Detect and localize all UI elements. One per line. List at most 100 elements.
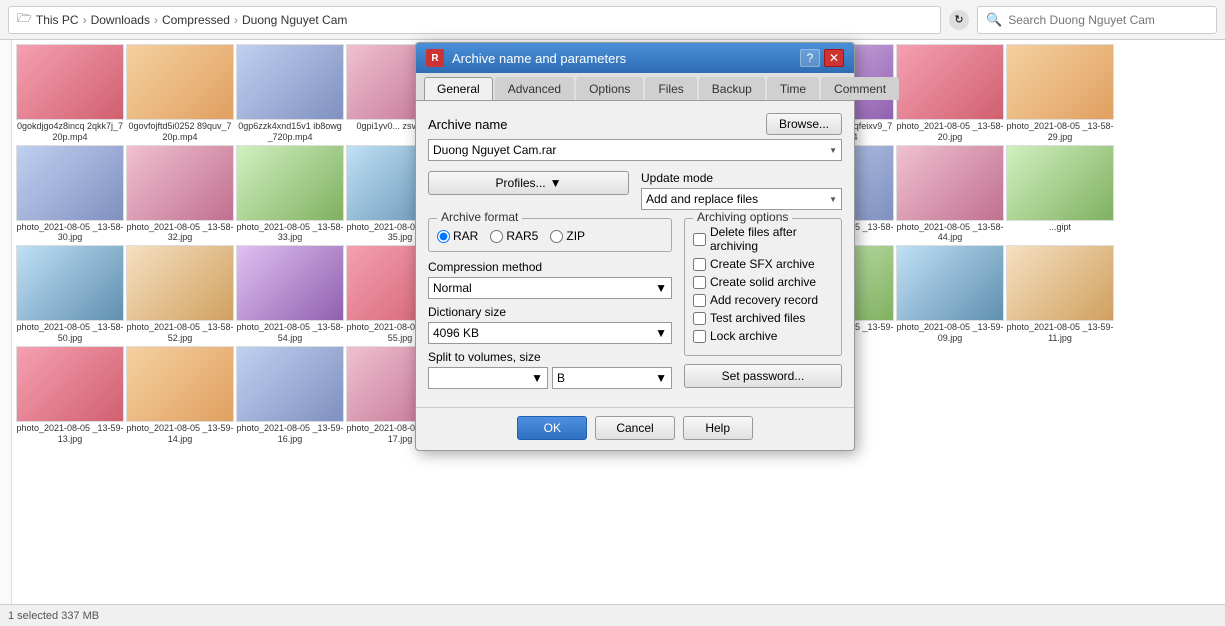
set-password-button[interactable]: Set password... xyxy=(684,364,842,388)
list-item[interactable]: photo_2021-08-05 _13-59-14.jpg xyxy=(126,346,234,445)
cancel-button[interactable]: Cancel xyxy=(595,416,674,440)
archive-name-label: Archive name xyxy=(428,117,507,132)
split-unit-arrow: ▼ xyxy=(655,371,667,385)
profiles-updatemode-row: Profiles... ▼ Update mode Add and replac… xyxy=(428,171,842,210)
archive-name-value: Duong Nguyet Cam.rar xyxy=(433,143,556,157)
dictionary-arrow: ▼ xyxy=(655,326,667,340)
dictionary-label: Dictionary size xyxy=(428,305,672,319)
tab-options[interactable]: Options xyxy=(576,77,643,100)
list-item[interactable]: photo_2021-08-05 _13-58-29.jpg xyxy=(1006,44,1114,143)
format-options-row: Archive format RAR RAR5 ZIP xyxy=(428,218,842,395)
winrar-icon: R xyxy=(426,49,444,67)
update-mode-arrow: ▼ xyxy=(829,195,837,204)
dialog-tabs: General Advanced Options Files Backup Ti… xyxy=(416,73,854,101)
format-zip[interactable]: ZIP xyxy=(550,229,585,243)
tab-time[interactable]: Time xyxy=(767,77,819,100)
archive-name-combo[interactable]: Duong Nguyet Cam.rar ▼ xyxy=(428,139,842,161)
split-arrow: ▼ xyxy=(531,371,543,385)
ok-button[interactable]: OK xyxy=(517,416,587,440)
search-icon: 🔍 xyxy=(986,12,1002,28)
list-item[interactable]: photo_2021-08-05 _13-58-20.jpg xyxy=(896,44,1004,143)
archiving-options-group: Archiving options Delete files after arc… xyxy=(684,218,842,356)
profiles-label: Profiles... xyxy=(496,176,546,190)
option-checkbox-2[interactable]: Create solid archive xyxy=(693,275,833,289)
refresh-button[interactable]: ↻ xyxy=(949,10,969,30)
breadcrumb[interactable]: 🗁 This PC › Downloads › Compressed › Duo… xyxy=(8,6,941,34)
list-item[interactable]: 0govfojftd5i0252 89quv_720p.mp4 xyxy=(126,44,234,143)
tab-comment[interactable]: Comment xyxy=(821,77,899,100)
split-input[interactable]: ▼ xyxy=(428,367,548,389)
radio-zip[interactable] xyxy=(550,230,563,243)
tab-general[interactable]: General xyxy=(424,77,493,100)
format-rar5[interactable]: RAR5 xyxy=(490,229,538,243)
breadcrumb-downloads[interactable]: Downloads xyxy=(91,13,150,27)
archive-format-group: Archive format RAR RAR5 ZIP xyxy=(428,218,672,252)
list-item[interactable]: photo_2021-08-05 _13-58-50.jpg xyxy=(16,245,124,344)
archive-dialog: R Archive name and parameters ? ✕ Genera… xyxy=(415,42,855,451)
search-box[interactable]: 🔍 xyxy=(977,6,1217,34)
list-item[interactable]: photo_2021-08-05 _13-58-32.jpg xyxy=(126,145,234,244)
format-rar[interactable]: RAR xyxy=(437,229,478,243)
dialog-body: Archive name Browse... Duong Nguyet Cam.… xyxy=(416,101,854,407)
dictionary-value: 4096 KB xyxy=(433,326,479,340)
compression-method-row: Compression method Normal ▼ xyxy=(428,260,672,299)
compression-arrow: ▼ xyxy=(655,281,667,295)
tab-backup[interactable]: Backup xyxy=(699,77,765,100)
list-item[interactable]: 0gp6zzk4xnd15v1 ib8owg_720p.mp4 xyxy=(236,44,344,143)
tab-advanced[interactable]: Advanced xyxy=(495,77,574,100)
dialog-buttons: OK Cancel Help xyxy=(416,407,854,450)
status-bar: 1 selected 337 MB xyxy=(0,604,1225,626)
dialog-title: Archive name and parameters xyxy=(452,51,626,66)
archive-name-arrow: ▼ xyxy=(829,146,837,155)
split-volumes-row: Split to volumes, size ▼ B ▼ xyxy=(428,350,672,389)
list-item[interactable]: photo_2021-08-05 _13-58-30.jpg xyxy=(16,145,124,244)
split-label: Split to volumes, size xyxy=(428,350,672,364)
update-mode-label: Update mode xyxy=(641,171,842,185)
option-checkbox-0[interactable]: Delete files after archiving xyxy=(693,225,833,253)
update-mode-value: Add and replace files xyxy=(646,192,758,206)
radio-rar5[interactable] xyxy=(490,230,503,243)
format-radio-group: RAR RAR5 ZIP xyxy=(437,229,663,243)
profiles-button[interactable]: Profiles... ▼ xyxy=(428,171,629,195)
option-checkbox-5[interactable]: Lock archive xyxy=(693,329,833,343)
list-item[interactable]: ...gipt xyxy=(1006,145,1114,244)
list-item[interactable]: photo_2021-08-05 _13-58-52.jpg xyxy=(126,245,234,344)
breadcrumb-thispc[interactable]: This PC xyxy=(36,13,79,27)
dictionary-combo[interactable]: 4096 KB ▼ xyxy=(428,322,672,344)
help-titlebar-button[interactable]: ? xyxy=(800,49,820,67)
folder-icon: 🗁 xyxy=(17,9,32,30)
close-button[interactable]: ✕ xyxy=(824,49,844,67)
archive-format-label: Archive format xyxy=(437,210,522,224)
split-unit-combo[interactable]: B ▼ xyxy=(552,367,672,389)
radio-rar[interactable] xyxy=(437,230,450,243)
status-text: 1 selected 337 MB xyxy=(8,610,99,622)
archive-name-header: Archive name Browse... xyxy=(428,113,842,135)
update-mode-combo[interactable]: Add and replace files ▼ xyxy=(641,188,842,210)
dialog-titlebar: R Archive name and parameters ? ✕ xyxy=(416,43,854,73)
help-button[interactable]: Help xyxy=(683,416,753,440)
profiles-dropdown-arrow: ▼ xyxy=(550,176,562,190)
left-panel xyxy=(0,40,12,604)
list-item[interactable]: photo_2021-08-05 _13-59-16.jpg xyxy=(236,346,344,445)
compression-combo[interactable]: Normal ▼ xyxy=(428,277,672,299)
list-item[interactable]: photo_2021-08-05 _13-58-54.jpg xyxy=(236,245,344,344)
option-checkbox-3[interactable]: Add recovery record xyxy=(693,293,833,307)
list-item[interactable]: photo_2021-08-05 _13-58-33.jpg xyxy=(236,145,344,244)
option-checkbox-4[interactable]: Test archived files xyxy=(693,311,833,325)
options-checkboxes: Delete files after archiving Create SFX a… xyxy=(693,225,833,343)
list-item[interactable]: photo_2021-08-05 _13-59-11.jpg xyxy=(1006,245,1114,344)
list-item[interactable]: photo_2021-08-05 _13-59-09.jpg xyxy=(896,245,1004,344)
browse-button[interactable]: Browse... xyxy=(766,113,842,135)
list-item[interactable]: photo_2021-08-05 _13-59-13.jpg xyxy=(16,346,124,445)
explorer-toolbar: 🗁 This PC › Downloads › Compressed › Duo… xyxy=(0,0,1225,40)
list-item[interactable]: 0gokdjgo4z8incq 2qkk7j_720p.mp4 xyxy=(16,44,124,143)
list-item[interactable]: photo_2021-08-05 _13-58-44.jpg xyxy=(896,145,1004,244)
archiving-options-label: Archiving options xyxy=(693,210,792,224)
breadcrumb-compressed[interactable]: Compressed xyxy=(162,13,230,27)
split-unit: B xyxy=(557,371,565,385)
search-input[interactable] xyxy=(1008,13,1208,27)
compression-label: Compression method xyxy=(428,260,672,274)
option-checkbox-1[interactable]: Create SFX archive xyxy=(693,257,833,271)
tab-files[interactable]: Files xyxy=(645,77,696,100)
breadcrumb-current[interactable]: Duong Nguyet Cam xyxy=(242,13,347,27)
